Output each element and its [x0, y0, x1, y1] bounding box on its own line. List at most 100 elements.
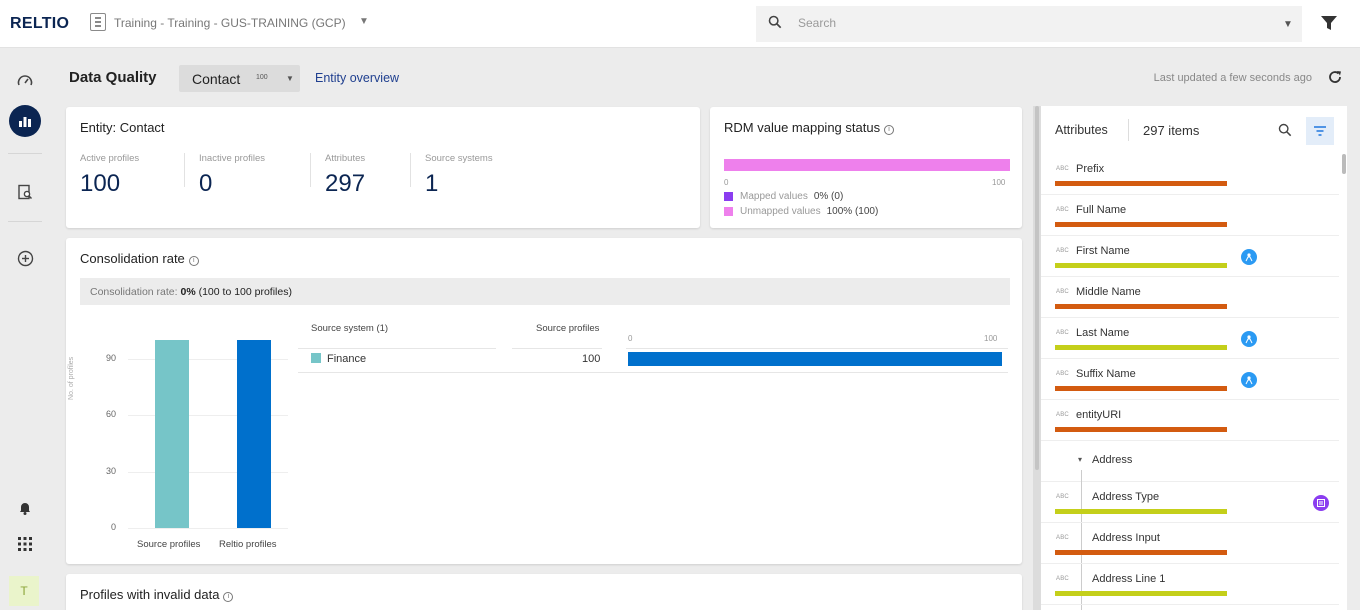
- entity-card-title: Entity: Contact: [80, 120, 165, 135]
- invalid-data-card: Profiles with invalid data i: [66, 574, 1022, 610]
- col-source-profiles: Source profiles: [536, 323, 600, 334]
- source-profiles-value: 100: [582, 353, 601, 365]
- attributes-filter-button[interactable]: [1306, 117, 1334, 145]
- group-name: Address: [1092, 454, 1133, 466]
- stat-label: Attributes: [325, 153, 366, 164]
- attribute-name: Full Name: [1076, 204, 1127, 216]
- info-icon[interactable]: i: [223, 592, 234, 602]
- source-profiles-bar[interactable]: [628, 352, 1002, 366]
- attribute-quality-bar: [1055, 427, 1227, 432]
- nav-data-quality[interactable]: [9, 105, 41, 137]
- nav-apps[interactable]: [9, 528, 41, 560]
- tenant-selector[interactable]: Training - Training - GUS-TRAINING (GCP): [114, 16, 346, 30]
- text-type-icon: ABC: [1056, 248, 1069, 254]
- attribute-row[interactable]: ABC Address Line 1: [1041, 564, 1339, 605]
- panel-scrollbar[interactable]: [1342, 154, 1346, 174]
- chart-bar-reltio-profiles[interactable]: [237, 340, 271, 528]
- attribute-quality-bar: [1055, 222, 1227, 227]
- attribute-name: First Name: [1076, 245, 1130, 257]
- attribute-row[interactable]: ABC Prefix: [1041, 154, 1339, 195]
- attribute-quality-bar: [1055, 304, 1227, 309]
- source-axis-min: 0: [628, 334, 633, 343]
- stat-label: Source systems: [425, 153, 493, 164]
- rdm-mapping-card: RDM value mapping status i 0 100 Mapped v…: [710, 107, 1022, 228]
- entity-overview-link[interactable]: Entity overview: [315, 71, 399, 85]
- info-icon[interactable]: i: [188, 256, 199, 266]
- tenant-icon: [90, 13, 106, 31]
- attribute-row[interactable]: ABC First Name: [1041, 236, 1339, 277]
- attribute-group-address[interactable]: ▾ Address: [1041, 441, 1339, 482]
- legend-mapped: Mapped values 0% (0): [724, 191, 843, 202]
- y-tick-label: 60: [105, 409, 116, 420]
- bell-icon: [20, 503, 30, 515]
- search-input[interactable]: [798, 16, 1198, 30]
- attribute-row[interactable]: ABC Suffix Name: [1041, 359, 1339, 400]
- consolidation-title: Consolidation rate i: [80, 251, 199, 266]
- legend-value: 100% (100): [826, 206, 879, 217]
- person-badge-icon[interactable]: [1241, 372, 1257, 388]
- source-name: Finance: [327, 353, 367, 365]
- legend-swatch-mapped: [724, 192, 733, 201]
- person-badge-icon[interactable]: [1241, 249, 1257, 265]
- last-updated-text: Last updated a few seconds ago: [1153, 72, 1312, 84]
- header-divider: [1128, 119, 1129, 141]
- attribute-name: Suffix Name: [1076, 368, 1136, 380]
- entity-type-select[interactable]: Contact 100 ▼: [179, 65, 300, 92]
- info-icon[interactable]: i: [884, 125, 895, 135]
- chevron-down-icon: ▼: [286, 74, 294, 83]
- person-badge-icon[interactable]: [1241, 331, 1257, 347]
- attribute-name: Address Input: [1092, 532, 1160, 544]
- chevron-down-icon[interactable]: ▾: [1078, 455, 1082, 464]
- stat-label: Active profiles: [80, 153, 140, 164]
- rdm-title-text: RDM value mapping status: [724, 120, 881, 135]
- attribute-row[interactable]: ABC Full Name: [1041, 195, 1339, 236]
- consolidation-rate-strip: Consolidation rate: 0% (100 to 100 profi…: [80, 278, 1010, 305]
- legend-unmapped: Unmapped values 100% (100): [724, 206, 878, 217]
- entity-summary-card: Entity: Contact Active profiles 100 Inac…: [66, 107, 700, 228]
- search-icon: [768, 15, 782, 29]
- attribute-row[interactable]: ABC entityURI: [1041, 400, 1339, 441]
- consolidation-title-text: Consolidation rate: [80, 251, 185, 266]
- nav-notifications[interactable]: [9, 492, 41, 524]
- funnel-icon[interactable]: [1320, 14, 1338, 32]
- rdm-axis-min: 0: [724, 178, 729, 187]
- attribute-name: entityURI: [1076, 409, 1122, 421]
- stat-divider: [184, 153, 185, 187]
- attribute-row[interactable]: ABC Address Type: [1041, 482, 1339, 523]
- attributes-panel: Attributes 297 items ABC Prefix ABC Full Na…: [1040, 106, 1347, 610]
- strip-detail: (100 to 100 profiles): [198, 286, 292, 298]
- stat-divider: [410, 153, 411, 187]
- rdm-unmapped-bar[interactable]: [724, 159, 1010, 171]
- left-nav-rail: T: [0, 49, 50, 610]
- invalid-title-text: Profiles with invalid data: [80, 587, 220, 602]
- nav-search-page[interactable]: [9, 176, 41, 208]
- table-divider: [298, 348, 496, 349]
- table-row-source[interactable]: Finance: [311, 353, 366, 365]
- attribute-row[interactable]: ABC Last Name: [1041, 318, 1339, 359]
- table-divider: [626, 348, 1008, 349]
- attribute-row[interactable]: ABC Address Input: [1041, 523, 1339, 564]
- chart-bar-source-profiles[interactable]: [155, 340, 189, 528]
- rdm-card-title: RDM value mapping status i: [724, 120, 895, 135]
- user-avatar[interactable]: T: [9, 576, 39, 606]
- chevron-down-icon[interactable]: ▼: [359, 16, 369, 27]
- search-icon[interactable]: [1278, 123, 1292, 137]
- stat-divider: [310, 153, 311, 187]
- attribute-row[interactable]: ABC Middle Name: [1041, 277, 1339, 318]
- reltio-logo[interactable]: RELTIO: [10, 15, 69, 33]
- stat-label: Inactive profiles: [199, 153, 266, 164]
- refresh-icon[interactable]: [1327, 69, 1343, 85]
- stat-value: 1: [425, 170, 439, 197]
- rail-divider: [8, 221, 42, 222]
- search-options-chevron-icon[interactable]: ▼: [1283, 19, 1293, 30]
- nav-dashboard[interactable]: [9, 65, 41, 97]
- stat-value: 0: [199, 170, 213, 197]
- attribute-quality-bar: [1055, 591, 1227, 596]
- stat-value: 297: [325, 170, 366, 197]
- x-tick-label: Reltio profiles: [219, 539, 277, 550]
- attribute-quality-bar: [1055, 509, 1227, 514]
- nav-add[interactable]: [9, 242, 41, 274]
- page-title: Data Quality: [69, 69, 157, 86]
- lookup-badge-icon[interactable]: [1313, 495, 1329, 511]
- filter-lines-icon: [1314, 126, 1326, 136]
